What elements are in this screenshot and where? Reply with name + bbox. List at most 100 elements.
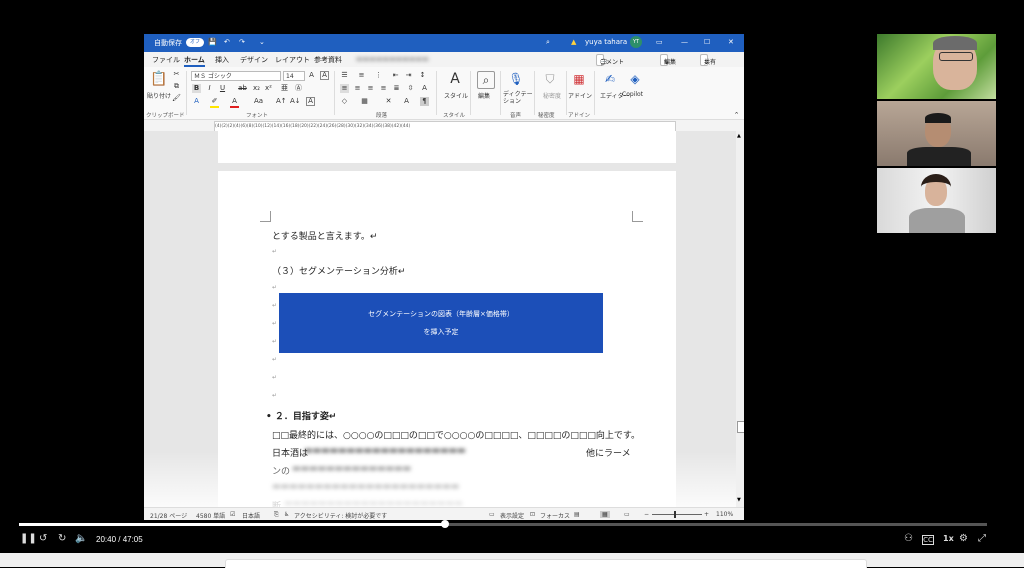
participants-icon[interactable]: ⚇ bbox=[904, 533, 913, 545]
find-icon[interactable]: ⌕ bbox=[477, 71, 495, 89]
close-icon[interactable]: ✕ bbox=[728, 38, 734, 46]
copilot-label[interactable]: Copilot bbox=[622, 91, 643, 98]
microphone-icon[interactable]: 🎙 bbox=[508, 71, 524, 87]
participant-video-2[interactable] bbox=[877, 101, 996, 166]
rewind-icon[interactable]: ↺ bbox=[39, 533, 47, 545]
zoom-level[interactable]: 110% bbox=[716, 511, 733, 518]
italic-icon[interactable]: I bbox=[205, 84, 214, 93]
scroll-up-icon[interactable]: ▲ bbox=[737, 133, 741, 139]
forward-icon[interactable]: ↻ bbox=[58, 533, 66, 545]
grow-font-icon[interactable]: A bbox=[307, 71, 316, 80]
tab-layout[interactable]: レイアウト bbox=[275, 55, 310, 65]
char-border-icon[interactable]: A bbox=[306, 97, 315, 106]
autosave-toggle[interactable]: オフ bbox=[186, 38, 204, 47]
align-left-icon[interactable]: ≡ bbox=[340, 84, 349, 93]
bullets-icon[interactable]: ☰ bbox=[340, 71, 349, 80]
focus-icon[interactable]: ⊡ bbox=[530, 511, 535, 518]
tab-design[interactable]: デザイン bbox=[240, 55, 268, 65]
tab-file[interactable]: ファイル bbox=[152, 55, 180, 65]
read-mode-icon[interactable]: ▤ bbox=[574, 511, 580, 518]
display-settings-icon[interactable]: ▭ bbox=[489, 511, 495, 518]
tab-insert[interactable]: 挿入 bbox=[215, 55, 229, 65]
track-icon[interactable]: ⎘ bbox=[274, 511, 279, 519]
save-icon[interactable]: 💾 bbox=[208, 38, 217, 46]
participant-video-1[interactable] bbox=[877, 34, 996, 99]
align-center-icon[interactable]: ≡ bbox=[353, 84, 362, 93]
accessibility-status[interactable]: アクセシビリティ: 検討が必要です bbox=[294, 511, 387, 520]
fullscreen-icon[interactable]: ⤢ bbox=[978, 533, 986, 545]
participant-video-3[interactable] bbox=[877, 168, 996, 233]
format-painter-icon[interactable]: 🖌 bbox=[172, 94, 181, 103]
copy-icon[interactable]: ⧉ bbox=[172, 82, 181, 91]
asian-layout-icon[interactable]: A bbox=[420, 84, 429, 93]
zoom-slider-thumb[interactable] bbox=[674, 511, 676, 518]
change-case-icon[interactable]: Aa bbox=[254, 97, 263, 106]
multilevel-list-icon[interactable]: ⋮ bbox=[374, 71, 383, 80]
styles-icon[interactable]: A bbox=[447, 71, 463, 87]
focus-mode[interactable]: フォーカス bbox=[540, 511, 570, 520]
line-spacing-icon[interactable]: ⇳ bbox=[406, 84, 415, 93]
highlight-icon[interactable]: ✐ bbox=[210, 97, 219, 108]
tab-home[interactable]: ホーム bbox=[184, 55, 205, 67]
strikethrough-icon[interactable]: ab bbox=[238, 84, 247, 93]
grow-font-size-icon[interactable]: A↑ bbox=[276, 97, 287, 106]
cut-icon[interactable]: ✂ bbox=[172, 70, 181, 79]
search-icon[interactable]: ⌕ bbox=[546, 38, 550, 47]
addins-label[interactable]: アドイン bbox=[568, 91, 592, 100]
decrease-indent-icon[interactable]: ⇤ bbox=[391, 71, 400, 80]
numbering-icon[interactable]: ≡ bbox=[357, 71, 366, 80]
vertical-scrollbar[interactable]: ▲ ▼ bbox=[736, 131, 744, 507]
print-layout-icon[interactable]: ▦ bbox=[600, 511, 610, 518]
redo-icon[interactable]: ↷ bbox=[239, 38, 245, 46]
proofing-icon[interactable]: ☑ bbox=[230, 511, 235, 518]
web-layout-icon[interactable]: ▭ bbox=[624, 511, 630, 518]
word-count[interactable]: 4580 単語 bbox=[196, 511, 225, 520]
user-name[interactable]: yuya tahara bbox=[585, 38, 627, 46]
style-label[interactable]: スタイル bbox=[444, 91, 468, 100]
minimize-icon[interactable]: — bbox=[681, 38, 688, 46]
editing-label[interactable]: 編集 bbox=[478, 91, 490, 100]
language[interactable]: 日本語 bbox=[242, 511, 260, 520]
zoom-slider[interactable] bbox=[652, 514, 702, 515]
user-avatar[interactable]: YT bbox=[630, 36, 642, 48]
bold-icon[interactable]: B bbox=[192, 84, 201, 93]
volume-icon[interactable]: 🔈 bbox=[75, 533, 87, 545]
maximize-icon[interactable]: ☐ bbox=[704, 38, 710, 46]
superscript-icon[interactable]: x² bbox=[264, 84, 273, 93]
comment-button[interactable]: 💬 コメント bbox=[596, 54, 624, 66]
shading-icon[interactable]: ◇ bbox=[340, 97, 349, 106]
tab-references[interactable]: 参考資料 bbox=[314, 55, 342, 65]
font-size-select[interactable]: 14 bbox=[283, 71, 305, 81]
accessibility-icon[interactable]: ♿ bbox=[284, 511, 289, 518]
zoom-in-icon[interactable]: + bbox=[704, 511, 709, 518]
distributed-icon[interactable]: ≣ bbox=[392, 84, 401, 93]
subscript-icon[interactable]: x₂ bbox=[252, 84, 261, 93]
scroll-down-icon[interactable]: ▼ bbox=[737, 497, 741, 503]
font-name-select[interactable]: ＭＳ ゴシック bbox=[191, 71, 281, 81]
sort-icon[interactable]: ↕ bbox=[418, 71, 427, 80]
show-marks-icon[interactable]: ¶ bbox=[420, 97, 429, 106]
borders-icon[interactable]: ▦ bbox=[360, 97, 369, 106]
font-color-icon[interactable]: A bbox=[230, 97, 239, 108]
char-spacing-icon[interactable]: ✕ bbox=[384, 97, 393, 106]
display-settings[interactable]: 表示設定 bbox=[500, 511, 524, 520]
ribbon-display-icon[interactable]: ▭ bbox=[656, 38, 663, 46]
underline-icon[interactable]: U bbox=[218, 84, 227, 93]
text-effects-icon[interactable]: A bbox=[192, 97, 201, 106]
figure-placeholder-box[interactable]: セグメンテーションの図表（年齢層×価格帯） を挿入予定 bbox=[279, 293, 603, 353]
page-count[interactable]: 21/28 ページ bbox=[150, 511, 187, 520]
addins-icon[interactable]: ▦ bbox=[571, 71, 587, 87]
sensitivity-icon[interactable]: ⛉ bbox=[542, 71, 558, 87]
pause-icon[interactable]: ❚❚ bbox=[20, 533, 37, 545]
copilot-icon[interactable]: ◈ bbox=[627, 71, 643, 87]
share-button[interactable]: ⇪ 共有 ⌄ bbox=[700, 54, 716, 66]
dictation-label[interactable]: ディクテーション bbox=[503, 91, 533, 105]
scroll-thumb[interactable] bbox=[737, 421, 744, 433]
collapse-ribbon-icon[interactable]: ⌃ bbox=[732, 111, 741, 120]
edit-mode-button[interactable]: ✎ 編集 ⌄ bbox=[660, 54, 676, 66]
clear-format-icon[interactable]: A bbox=[320, 71, 329, 80]
justify-icon[interactable]: ≡ bbox=[379, 84, 388, 93]
captions-icon[interactable]: CC bbox=[922, 535, 934, 545]
progress-thumb[interactable] bbox=[441, 520, 449, 528]
quick-access-chevron-icon[interactable]: ⌄ bbox=[259, 38, 265, 46]
